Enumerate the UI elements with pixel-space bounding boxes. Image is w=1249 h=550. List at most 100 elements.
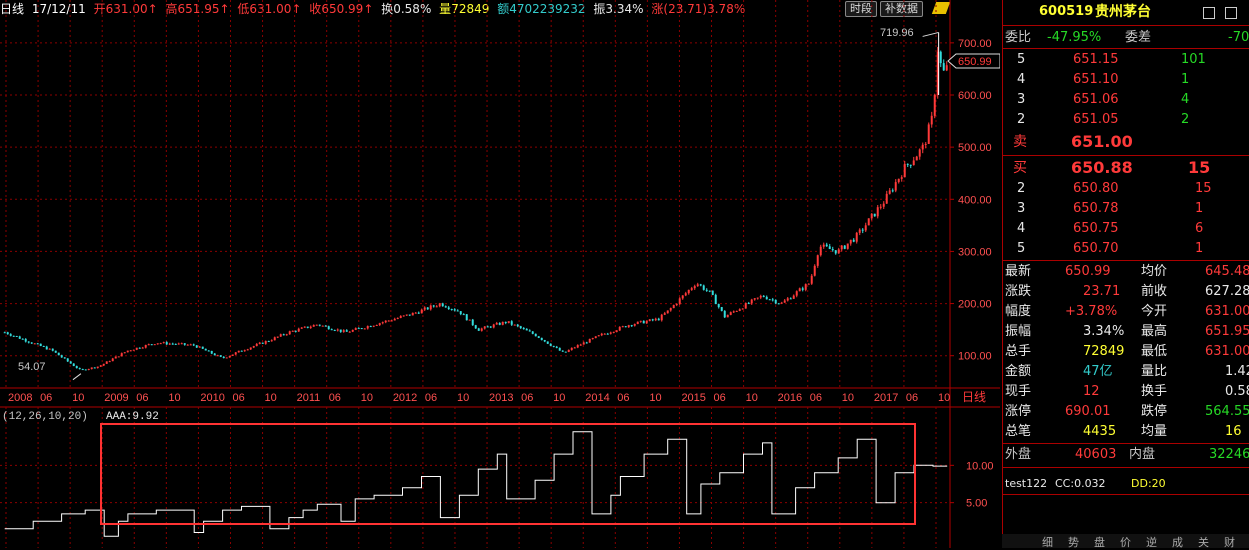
candle-body <box>885 193 888 204</box>
time-tick-label: 2013 <box>489 392 513 404</box>
candle-body <box>12 335 15 337</box>
candle-body <box>531 331 534 334</box>
candle-body <box>486 326 489 328</box>
candle-body <box>453 309 456 311</box>
candle-body <box>663 313 666 315</box>
candle-body <box>201 346 204 349</box>
candle-body <box>309 326 312 328</box>
indicator-tick-label: 10.00 <box>966 460 994 472</box>
order-price: 650.75 <box>1073 221 1119 236</box>
candle-body <box>330 329 333 331</box>
candle-body <box>129 350 132 352</box>
stat-label: 最低 <box>1141 344 1168 359</box>
candle-body <box>186 344 189 346</box>
candle-body <box>900 177 903 179</box>
candle-body <box>417 312 420 314</box>
candle-body <box>828 246 831 250</box>
candle-body <box>405 314 408 316</box>
stock-title-row: 600519 贵州茅台 <box>1003 2 1249 22</box>
order-qty: 4 <box>1181 92 1190 107</box>
candle-body <box>813 265 816 276</box>
candle-body <box>765 296 768 300</box>
time-tick-label: 06 <box>136 392 148 404</box>
candle-body <box>396 317 399 319</box>
candle-body <box>276 336 279 338</box>
candle-body <box>423 307 426 310</box>
candle-body <box>408 314 411 316</box>
time-tick-label: 06 <box>617 392 629 404</box>
candle-body <box>939 51 942 64</box>
candle-body <box>336 329 339 331</box>
price-tick-label: 700.00 <box>958 38 992 50</box>
candle-body <box>9 334 12 336</box>
candle-body <box>297 328 300 332</box>
stat-label: 涨跌 <box>1005 284 1032 299</box>
candle-body <box>312 325 315 327</box>
candle-body <box>777 303 780 305</box>
order-level: 2 <box>1017 112 1026 127</box>
candle-body <box>645 321 648 324</box>
time-tick-label: 10 <box>938 392 950 404</box>
candle-body <box>624 326 627 328</box>
weibi-value: -47.95% <box>1047 30 1102 45</box>
stat-label: 总笔 <box>1005 424 1032 439</box>
kline-chart: 100.00 200.00 300.00 400.00 500.00 600.00 700.… <box>0 0 1000 548</box>
candle-body <box>528 330 531 332</box>
candle-body <box>402 315 405 317</box>
candle-body <box>24 339 27 342</box>
candle-body <box>252 346 255 348</box>
candle-body <box>60 355 63 358</box>
candle-body <box>168 343 171 345</box>
candle-body <box>741 308 744 310</box>
candle-body <box>126 350 129 353</box>
candle-body <box>699 284 702 286</box>
candle-body <box>567 349 570 352</box>
candle-body <box>786 298 789 301</box>
candle-body <box>198 346 201 348</box>
indicator-params: (12,26,10,20) <box>2 411 88 423</box>
candle-body <box>726 314 729 318</box>
candle-body <box>615 330 618 332</box>
candle-body <box>153 344 156 346</box>
candle-body <box>114 356 117 359</box>
order-level: 2 <box>1017 181 1026 196</box>
candle-body <box>363 328 366 330</box>
candle-body <box>759 295 762 298</box>
candle-body <box>840 245 843 250</box>
candle-body <box>96 366 99 368</box>
sell1-label: 卖 <box>1013 134 1027 150</box>
stat-value: 47亿 <box>1083 364 1113 379</box>
formula-cc: CC:0.032 <box>1055 477 1106 490</box>
order-price: 651.15 <box>1073 52 1119 67</box>
outer-value: 40603 <box>1075 447 1117 462</box>
candle-body <box>378 323 381 326</box>
candle-body <box>855 232 858 242</box>
candle-body <box>681 295 684 299</box>
candle-body <box>675 303 678 306</box>
time-tick-label: 10 <box>361 392 373 404</box>
stat-row: 现手 12 换手 0.58% <box>1003 382 1249 402</box>
candle-body <box>834 250 837 254</box>
candle-body <box>84 369 87 371</box>
candle-body <box>360 328 363 330</box>
stat-label: 最高 <box>1141 324 1168 339</box>
candle-body <box>633 324 636 326</box>
candle-body <box>684 293 687 296</box>
candle-body <box>618 326 621 331</box>
time-tick-label: 2016 <box>778 392 802 404</box>
stat-value: 72849 <box>1083 344 1125 359</box>
window-icon[interactable] <box>1225 7 1237 19</box>
candle-body <box>639 320 642 322</box>
candle-body <box>327 326 330 330</box>
time-tick-label: 10 <box>553 392 565 404</box>
candle-body <box>609 332 612 334</box>
time-tick-label: 10 <box>265 392 277 404</box>
stat-value: 3.34% <box>1083 324 1125 339</box>
stock-name: 贵州茅台 <box>1095 4 1151 20</box>
order-level: 4 <box>1017 72 1026 87</box>
settings-icon[interactable] <box>1203 7 1215 19</box>
candle-body <box>87 368 90 370</box>
candle-body <box>351 329 354 332</box>
stat-label: 换手 <box>1141 384 1168 399</box>
candle-body <box>477 328 480 331</box>
